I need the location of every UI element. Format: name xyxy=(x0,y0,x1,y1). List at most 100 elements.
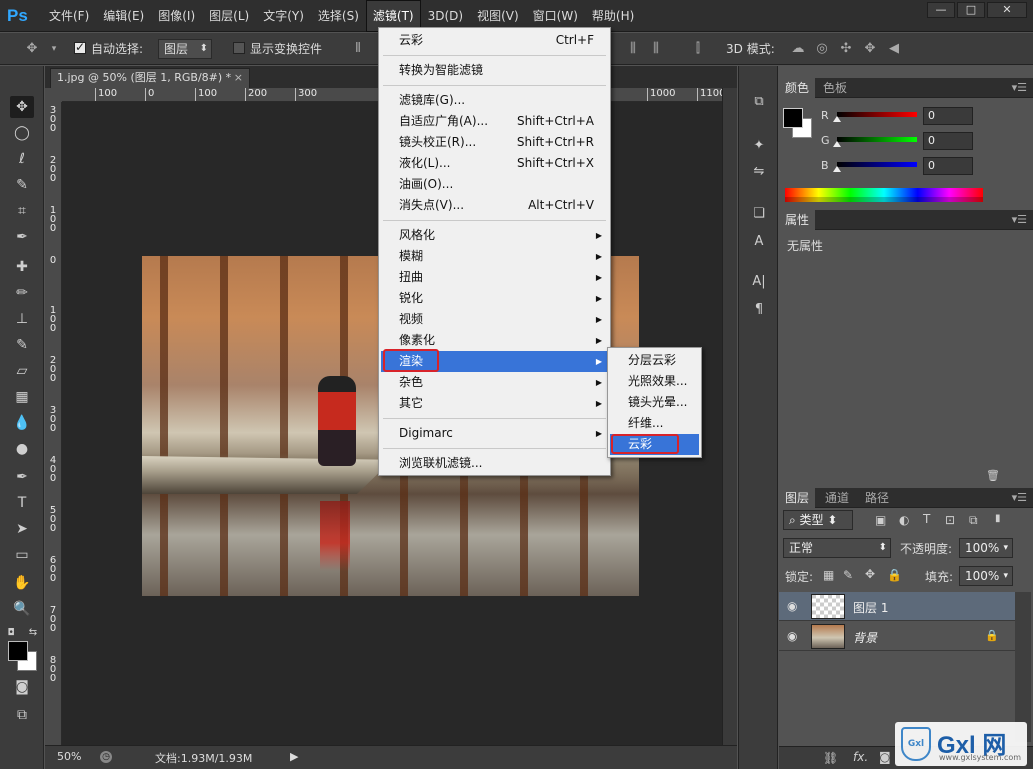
distribute-center-icon[interactable]: ⫼ xyxy=(648,42,664,56)
lock-transparent-icon[interactable]: ▦ xyxy=(823,568,834,582)
auto-select-checkbox[interactable] xyxy=(74,40,86,54)
move-tool-icon[interactable]: ✥ xyxy=(24,42,40,56)
tab-channels[interactable]: 通道 xyxy=(819,488,855,508)
filter-menu-item[interactable]: 扭曲 ▶ xyxy=(381,267,608,288)
filter-shape-icon[interactable]: ⊡ xyxy=(945,513,955,527)
zoom-tool-icon[interactable]: 🔍 xyxy=(10,598,34,620)
filter-menu-item[interactable]: 杂色 ▶ xyxy=(381,372,608,393)
lasso-tool-icon[interactable]: ℓ xyxy=(10,148,34,170)
properties-trash-icon[interactable]: 🗑 xyxy=(986,469,1000,482)
document-tab[interactable]: 1.jpg @ 50% (图层 1, RGB/8#) * × xyxy=(50,68,250,88)
healing-brush-tool-icon[interactable]: ✚ xyxy=(10,256,34,278)
shape-tool-icon[interactable]: ▭ xyxy=(10,544,34,566)
filter-menu-item[interactable]: 转换为智能滤镜 xyxy=(381,60,608,81)
pen-tool-icon[interactable]: ✒ xyxy=(10,466,34,488)
status-info-icon[interactable]: ◷ xyxy=(100,751,112,763)
visibility-eye-icon[interactable]: ◉ xyxy=(787,599,797,613)
close-button[interactable]: ✕ xyxy=(987,2,1027,18)
foreground-color-swatch[interactable] xyxy=(8,641,28,661)
menu-6[interactable]: 选择(S) xyxy=(311,0,366,32)
filter-menu-item[interactable]: 浏览联机滤镜... xyxy=(381,453,608,474)
status-menu-arrow-icon[interactable]: ▶ xyxy=(290,750,298,763)
move-tool-icon[interactable]: ✥ xyxy=(10,96,34,118)
menu-4[interactable]: 图层(L) xyxy=(202,0,256,32)
character-panel-icon[interactable]: A| xyxy=(748,272,770,292)
visibility-eye-icon[interactable]: ◉ xyxy=(787,629,797,643)
screen-mode-icon[interactable]: ⧉ xyxy=(10,704,34,726)
document-vertical-scrollbar[interactable] xyxy=(722,88,737,745)
filter-type-icon[interactable]: T xyxy=(923,512,930,526)
add-mask-icon[interactable]: ◙ xyxy=(879,750,891,764)
swap-colors-icon[interactable]: ⇆ xyxy=(26,622,40,644)
dodge-tool-icon[interactable]: ● xyxy=(10,438,34,460)
close-tab-icon[interactable]: × xyxy=(234,69,243,87)
minimize-button[interactable]: — xyxy=(927,2,955,18)
blend-mode-select[interactable]: 正常 ⬍ xyxy=(783,538,891,558)
layers-scrollbar[interactable] xyxy=(1015,592,1031,742)
tab-paths[interactable]: 路径 xyxy=(859,488,895,508)
marquee-tool-icon[interactable]: ◯ xyxy=(10,122,34,144)
auto-align-icon[interactable]: ⫿ xyxy=(690,42,706,56)
filter-menu-item[interactable]: 模糊 ▶ xyxy=(381,246,608,267)
render-submenu-item[interactable]: 光照效果... xyxy=(610,371,699,392)
tool-preset-dropdown-icon[interactable]: ▾ xyxy=(46,42,62,56)
menu-3[interactable]: 图像(I) xyxy=(151,0,202,32)
red-value-input[interactable]: 0 xyxy=(923,107,973,125)
filter-menu-item[interactable]: 镜头校正(R)... Shift+Ctrl+R xyxy=(381,132,608,153)
3d-rotate-icon[interactable]: ☁ xyxy=(790,42,806,56)
filter-menu-item[interactable]: 液化(L)... Shift+Ctrl+X xyxy=(381,153,608,174)
filter-menu-item[interactable]: Digimarc ▶ xyxy=(381,423,608,444)
properties-panel-menu-icon[interactable]: ▾☰ xyxy=(1012,213,1027,226)
green-slider[interactable] xyxy=(837,137,917,142)
lock-position-icon[interactable]: ✥ xyxy=(865,567,875,581)
color-spectrum-bar[interactable] xyxy=(785,188,983,202)
render-submenu-item[interactable]: 镜头光晕... xyxy=(610,392,699,413)
eyedropper-tool-icon[interactable]: ✒ xyxy=(10,226,34,248)
clone-stamp-tool-icon[interactable]: ⊥ xyxy=(10,308,34,330)
3d-pan-icon[interactable]: ✣ xyxy=(838,42,854,56)
red-slider[interactable] xyxy=(837,112,917,117)
red-slider-thumb[interactable] xyxy=(833,116,841,122)
layers-panel-menu-icon[interactable]: ▾☰ xyxy=(1012,491,1027,504)
filter-menu-item[interactable]: 油画(O)... xyxy=(381,174,608,195)
filter-smart-object-icon[interactable]: ⧉ xyxy=(969,513,978,528)
quick-mask-icon[interactable]: ◙ xyxy=(10,676,34,698)
history-panel-icon[interactable]: ⧉ xyxy=(748,92,770,112)
filter-menu-item[interactable]: 消失点(V)... Alt+Ctrl+V xyxy=(381,195,608,216)
show-transform-checkbox[interactable] xyxy=(233,42,245,54)
layer-filter-kind-select[interactable]: ⌕ 类型 ⬍ xyxy=(783,510,853,530)
paragraph-style-panel-icon[interactable]: A xyxy=(748,232,770,252)
render-submenu-item[interactable]: 分层云彩 xyxy=(610,350,699,371)
type-tool-icon[interactable]: T xyxy=(10,492,34,514)
3d-roll-icon[interactable]: ◎ xyxy=(814,42,830,56)
filter-menu-item[interactable]: 像素化 ▶ xyxy=(381,330,608,351)
fill-input[interactable]: 100% ▾ xyxy=(959,566,1013,586)
quick-select-tool-icon[interactable]: ✎ xyxy=(10,174,34,196)
tab-layers[interactable]: 图层 xyxy=(779,488,816,508)
layer-row-layer-1[interactable]: ◉ 图层 1 xyxy=(779,592,1015,621)
lock-all-icon[interactable]: 🔒 xyxy=(887,568,902,582)
history-brush-tool-icon[interactable]: ✎ xyxy=(10,334,34,356)
link-layers-icon[interactable]: ⛓ xyxy=(823,751,838,765)
filter-menu-item[interactable]: 滤镜库(G)... xyxy=(381,90,608,111)
color-panel-menu-icon[interactable]: ▾☰ xyxy=(1012,81,1027,94)
filter-menu-item[interactable]: 视频 ▶ xyxy=(381,309,608,330)
3d-scale-icon[interactable]: ◀ xyxy=(886,42,902,56)
blue-slider-thumb[interactable] xyxy=(833,166,841,172)
render-submenu-item[interactable]: 纤维... xyxy=(610,413,699,434)
blue-value-input[interactable]: 0 xyxy=(923,157,973,175)
menu-1[interactable]: 文件(F) xyxy=(42,0,96,32)
menu-5[interactable]: 文字(Y) xyxy=(256,0,311,32)
character-style-panel-icon[interactable]: ❏ xyxy=(748,204,770,224)
opacity-input[interactable]: 100% ▾ xyxy=(959,538,1013,558)
auto-select-target-select[interactable]: 图层 xyxy=(158,39,212,59)
filter-menu-item[interactable]: 锐化 ▶ xyxy=(381,288,608,309)
fx-icon[interactable]: fx. xyxy=(853,750,868,764)
green-slider-thumb[interactable] xyxy=(833,141,841,147)
maximize-button[interactable]: □ xyxy=(957,2,985,18)
gradient-tool-icon[interactable]: ▦ xyxy=(10,386,34,408)
lock-image-icon[interactable]: ✎ xyxy=(843,568,853,582)
filter-menu-item[interactable]: 其它 ▶ xyxy=(381,393,608,414)
actions-panel-icon[interactable]: ✦ xyxy=(748,136,770,156)
hand-tool-icon[interactable]: ✋ xyxy=(10,572,34,594)
